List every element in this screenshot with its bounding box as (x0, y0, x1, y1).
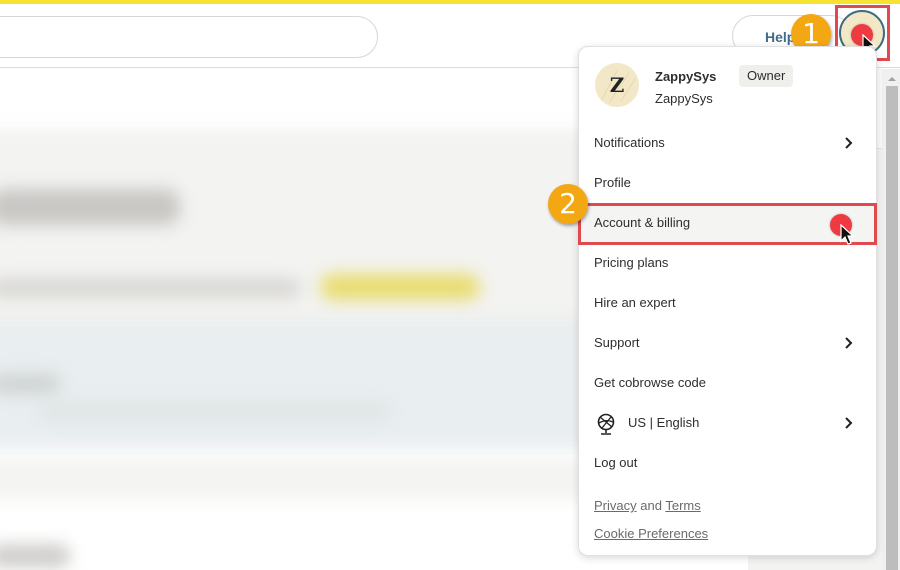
blurred-text (40, 404, 390, 418)
menu-item-label: US | English (628, 415, 700, 430)
blurred-text (0, 544, 70, 568)
avatar-initial: Z (609, 73, 625, 97)
privacy-link[interactable]: Privacy (594, 498, 637, 513)
menu-item-label: Support (594, 335, 640, 350)
cookie-preferences-link[interactable]: Cookie Preferences (594, 526, 708, 541)
legal-links: Privacy and Terms (594, 498, 701, 513)
search-input[interactable] (0, 16, 378, 58)
chevron-right-icon (845, 137, 853, 149)
and-text: and (640, 498, 662, 513)
scrollbar-thumb[interactable] (886, 86, 898, 570)
blurred-yellow-button (320, 274, 480, 300)
menu-item-label: Notifications (594, 135, 665, 150)
user-dropdown-menu: Z ZappySys Owner ZappySys Notifications … (578, 46, 877, 556)
menu-item-label: Hire an expert (594, 295, 676, 310)
globe-icon (597, 413, 615, 435)
menu-item-profile[interactable]: Profile (579, 163, 876, 203)
menu-item-hire-expert[interactable]: Hire an expert (579, 283, 876, 323)
blurred-text (0, 374, 60, 394)
chevron-right-icon (845, 417, 853, 429)
menu-item-label: Profile (594, 175, 631, 190)
menu-profile-header: Z ZappySys Owner ZappySys (595, 63, 855, 111)
blurred-subtitle (0, 279, 300, 297)
blurred-heading (0, 189, 180, 225)
profile-org: ZappySys (655, 91, 713, 106)
menu-item-label: Pricing plans (594, 255, 669, 270)
org-avatar: Z (595, 63, 639, 107)
menu-item-pricing-plans[interactable]: Pricing plans (579, 243, 876, 283)
step-2-badge: 2 (548, 184, 588, 224)
menu-item-label: Get cobrowse code (594, 375, 707, 390)
menu-item-notifications[interactable]: Notifications (579, 123, 876, 163)
menu-item-support[interactable]: Support (579, 323, 876, 363)
scroll-up-arrow-icon[interactable] (886, 72, 898, 84)
menu-item-log-out[interactable]: Log out (579, 443, 876, 483)
terms-link[interactable]: Terms (665, 498, 700, 513)
menu-item-language[interactable]: US | English (579, 403, 876, 443)
profile-name: ZappySys (655, 69, 717, 84)
role-badge: Owner (739, 65, 794, 87)
cookie-links: Cookie Preferences (594, 526, 708, 541)
menu-item-cobrowse-code[interactable]: Get cobrowse code (579, 363, 876, 403)
chevron-right-icon (845, 337, 853, 349)
menu-item-label: Log out (594, 455, 638, 470)
